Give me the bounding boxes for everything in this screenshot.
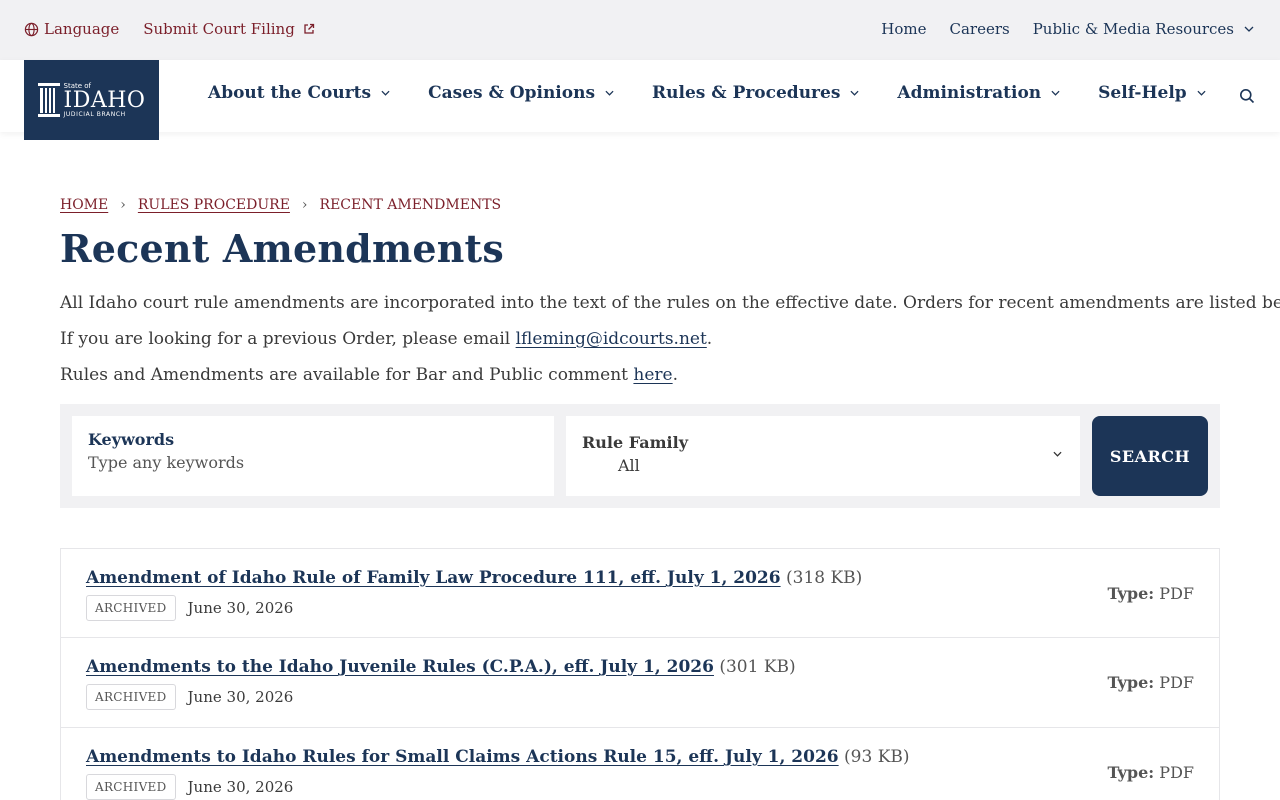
main-navigation: State of IDAHO JUDICIAL BRANCH About the…	[0, 60, 1280, 140]
status-badge: ARCHIVED	[86, 684, 176, 710]
type-value: PDF	[1159, 763, 1194, 782]
list-item: Amendment of Idaho Rule of Family Law Pr…	[60, 548, 1220, 638]
result-type: Type: PDF	[1107, 584, 1194, 603]
public-comment-link[interactable]: here	[633, 365, 672, 385]
keywords-field[interactable]: Keywords	[72, 416, 554, 496]
chevron-down-icon[interactable]	[1244, 26, 1254, 32]
chevron-down-icon	[605, 90, 614, 96]
util-link-careers[interactable]: Careers	[949, 20, 1009, 38]
util-link-home[interactable]: Home	[881, 20, 926, 38]
result-date: June 30, 2026	[187, 778, 294, 796]
result-title: Amendment of Idaho Rule of Family Law Pr…	[86, 568, 862, 588]
chevron-down-icon	[381, 90, 390, 96]
type-label: Type:	[1107, 673, 1155, 692]
result-title: Amendments to the Idaho Juvenile Rules (…	[86, 657, 796, 677]
chevron-down-icon	[850, 90, 859, 96]
result-date: June 30, 2026	[187, 688, 294, 706]
breadcrumb-home[interactable]: HOME	[60, 197, 108, 213]
logo-line-3: JUDICIAL BRANCH	[63, 110, 126, 118]
logo-text: State of IDAHO JUDICIAL BRANCH	[63, 82, 146, 118]
idaho-judicial-branch-logo[interactable]: State of IDAHO JUDICIAL BRANCH	[24, 60, 159, 140]
keywords-input[interactable]	[88, 453, 528, 472]
type-label: Type:	[1107, 584, 1155, 603]
utility-bar: Language Submit Court Filing Home Career…	[0, 0, 1280, 60]
type-label: Type:	[1107, 763, 1155, 782]
result-date: June 30, 2026	[187, 599, 294, 617]
external-link-icon	[304, 23, 314, 34]
keywords-label: Keywords	[88, 430, 175, 449]
status-badge: ARCHIVED	[86, 774, 176, 800]
search-filter-panel: Keywords Rule Family All SEARCH	[60, 404, 1220, 508]
logo-line-2: IDAHO	[63, 87, 146, 113]
results-list: Amendment of Idaho Rule of Family Law Pr…	[60, 548, 1220, 800]
globe-icon	[24, 22, 39, 36]
nav-item-rules-procedures[interactable]: Rules & Procedures	[652, 83, 859, 103]
nav-item-self-help[interactable]: Self-Help	[1098, 83, 1206, 103]
search-button[interactable]: SEARCH	[1092, 416, 1208, 496]
public-comment-paragraph: Rules and Amendments are available for B…	[60, 365, 678, 385]
result-title: Amendments to Idaho Rules for Small Clai…	[86, 747, 910, 767]
list-item: Amendments to the Idaho Juvenile Rules (…	[60, 638, 1220, 728]
courthouse-pillar-icon	[37, 83, 60, 117]
public-comment-text: Rules and Amendments are available for B…	[60, 365, 634, 385]
language-selector[interactable]: Language	[24, 20, 119, 38]
list-item: Amendments to Idaho Rules for Small Clai…	[60, 728, 1220, 800]
breadcrumb-separator: ›	[301, 197, 308, 213]
result-link[interactable]: Amendment of Idaho Rule of Family Law Pr…	[86, 568, 781, 588]
type-value: PDF	[1159, 673, 1194, 692]
rule-family-value: All	[618, 456, 640, 475]
previous-order-text: If you are looking for a previous Order,…	[60, 329, 516, 349]
nav-menu: About the Courts Cases & Opinions Rules …	[208, 83, 1244, 103]
result-link[interactable]: Amendments to the Idaho Juvenile Rules (…	[86, 657, 714, 677]
nav-item-about-the-courts[interactable]: About the Courts	[208, 83, 390, 103]
rule-family-label: Rule Family	[582, 433, 688, 452]
file-size: (301 KB)	[719, 657, 796, 677]
breadcrumb: HOME › RULES PROCEDURE › RECENT AMENDMEN…	[60, 197, 501, 213]
result-meta: ARCHIVED June 30, 2026	[86, 595, 293, 621]
utility-left: Language Submit Court Filing	[24, 20, 315, 38]
type-value: PDF	[1159, 584, 1194, 603]
search-icon[interactable]	[1239, 88, 1255, 104]
result-type: Type: PDF	[1107, 763, 1194, 782]
public-comment-suffix: .	[672, 365, 679, 385]
breadcrumb-separator: ›	[120, 197, 126, 213]
previous-order-suffix: .	[706, 329, 713, 349]
nav-item-label: Cases & Opinions	[428, 83, 596, 103]
nav-item-label: Self-Help	[1098, 83, 1187, 103]
chevron-down-icon	[1197, 90, 1206, 96]
nav-item-label: Rules & Procedures	[652, 83, 841, 103]
breadcrumb-rules-procedure[interactable]: RULES PROCEDURE	[138, 197, 290, 213]
result-meta: ARCHIVED June 30, 2026	[86, 774, 293, 800]
language-label: Language	[44, 20, 120, 38]
utility-right: Home Careers Public & Media Resources	[858, 20, 1254, 38]
rule-family-select[interactable]: Rule Family All	[566, 416, 1080, 496]
submit-court-filing-link[interactable]: Submit Court Filing	[143, 20, 315, 38]
nav-item-cases-opinions[interactable]: Cases & Opinions	[428, 83, 614, 103]
previous-order-paragraph: If you are looking for a previous Order,…	[60, 329, 712, 349]
intro-paragraph: All Idaho court rule amendments are inco…	[60, 293, 1280, 313]
email-link[interactable]: lfleming@idcourts.net	[516, 329, 707, 349]
status-badge: ARCHIVED	[86, 595, 176, 621]
result-type: Type: PDF	[1107, 673, 1194, 692]
nav-item-label: About the Courts	[208, 83, 372, 103]
nav-item-administration[interactable]: Administration	[897, 83, 1060, 103]
util-link-public-media[interactable]: Public & Media Resources	[1033, 20, 1234, 38]
page-title: Recent Amendments	[60, 226, 504, 271]
submit-court-filing-label: Submit Court Filing	[143, 20, 295, 38]
chevron-down-icon	[1053, 451, 1062, 457]
chevron-down-icon	[1051, 90, 1060, 96]
result-link[interactable]: Amendments to Idaho Rules for Small Clai…	[86, 747, 839, 767]
file-size: (93 KB)	[844, 747, 910, 767]
nav-item-label: Administration	[897, 83, 1042, 103]
file-size: (318 KB)	[786, 568, 863, 588]
result-meta: ARCHIVED June 30, 2026	[86, 684, 293, 710]
breadcrumb-current: RECENT AMENDMENTS	[319, 197, 502, 213]
